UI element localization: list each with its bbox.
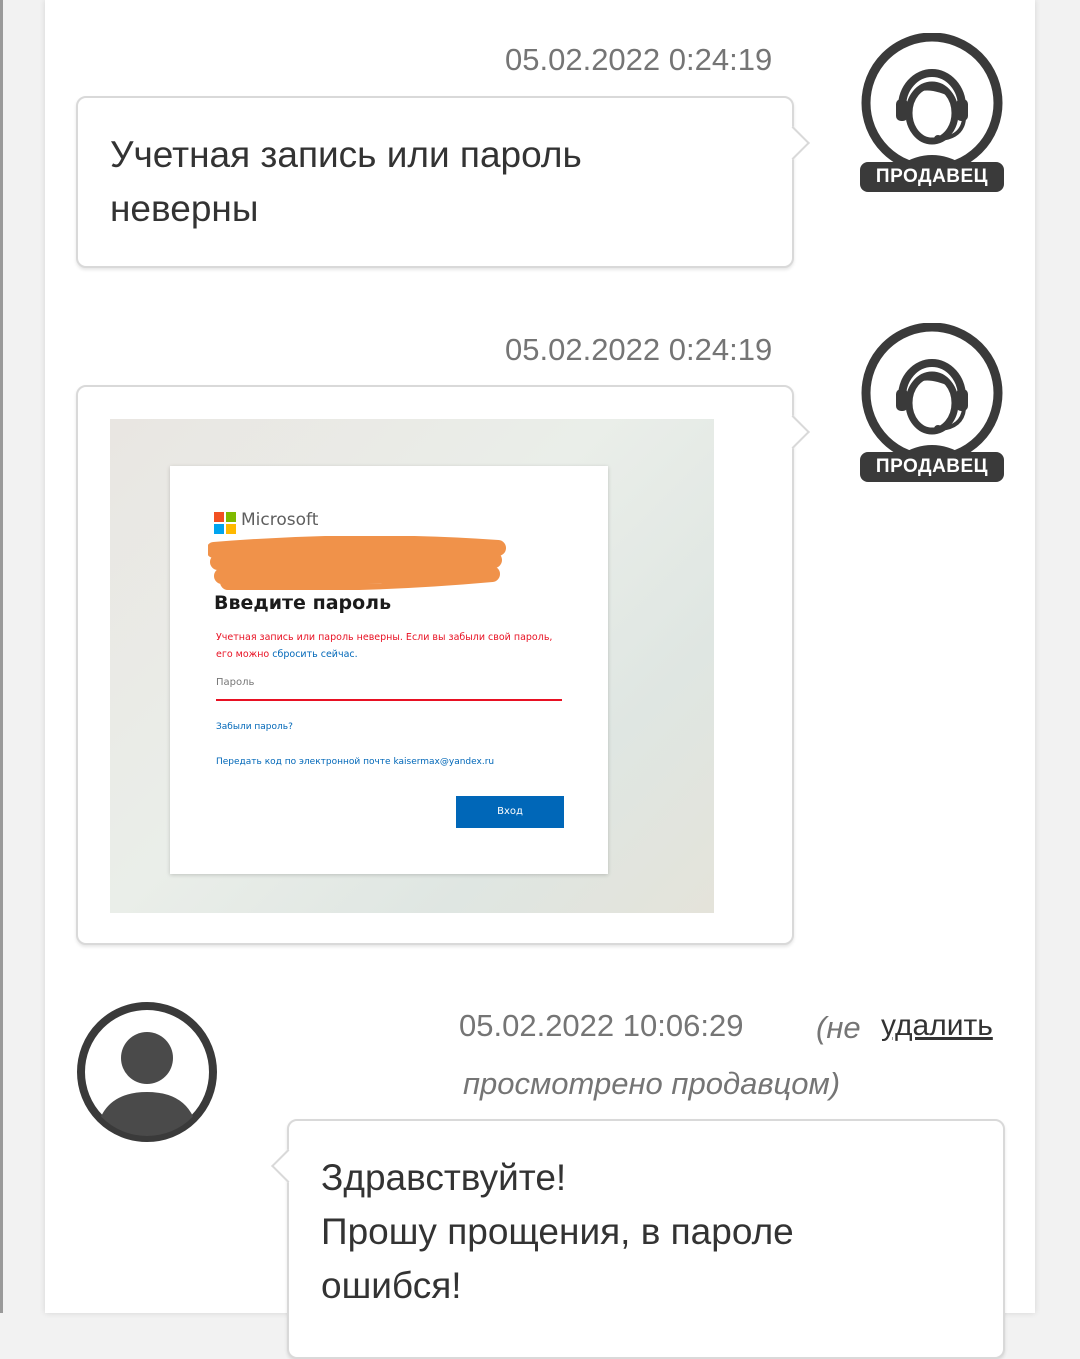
login-title: Введите пароль bbox=[214, 592, 392, 614]
headset-operator-icon bbox=[861, 32, 1003, 174]
message-text: Учетная запись или пароль неверны bbox=[110, 128, 582, 236]
password-field: Пароль bbox=[216, 677, 255, 688]
message-bubble-seller-image: Microsoft Введите пароль Учетная запись … bbox=[76, 385, 810, 945]
chat-panel: 05.02.2022 0:24:19 Учетная запись или па… bbox=[45, 0, 1035, 1359]
message-bubble-seller: Учетная запись или пароль неверны bbox=[76, 96, 810, 268]
left-border bbox=[0, 0, 3, 1313]
message-timestamp: 05.02.2022 0:24:19 bbox=[505, 42, 773, 77]
message-timestamp: 05.02.2022 0:24:19 bbox=[505, 332, 773, 367]
view-status-text: просмотрено продавцом) bbox=[463, 1066, 841, 1101]
redaction-scribble bbox=[208, 536, 506, 590]
message-timestamp: 05.02.2022 10:06:29 bbox=[459, 1008, 744, 1043]
signin-button: Вход bbox=[456, 796, 564, 828]
seller-avatar[interactable]: ПРОДАВЕЦ bbox=[860, 322, 1004, 483]
microsoft-logo-icon bbox=[214, 512, 236, 534]
delete-message-link[interactable]: удалить bbox=[881, 1009, 993, 1043]
microsoft-login-card: Microsoft Введите пароль Учетная запись … bbox=[170, 466, 608, 874]
login-error: Учетная запись или пароль неверны. Если … bbox=[216, 632, 553, 660]
message-line: Здравствуйте! bbox=[321, 1157, 567, 1198]
seller-avatar[interactable]: ПРОДАВЕЦ bbox=[860, 32, 1004, 193]
message-bubble-buyer: Здравствуйте! Прошу прощения, в пароле о… bbox=[271, 1119, 1005, 1359]
headset-operator-icon bbox=[861, 322, 1003, 464]
attached-screenshot[interactable]: Microsoft Введите пароль Учетная запись … bbox=[110, 419, 714, 913]
view-status-open: (не bbox=[816, 1010, 861, 1045]
seller-badge: ПРОДАВЕЦ bbox=[860, 162, 1004, 192]
message-line: Учетная запись или пароль bbox=[110, 134, 582, 175]
buyer-avatar[interactable] bbox=[75, 1000, 219, 1144]
message-line: неверны bbox=[110, 188, 259, 229]
message-line: Прошу прощения, в пароле bbox=[321, 1211, 794, 1252]
message-line: ошибся! bbox=[321, 1265, 462, 1306]
password-underline bbox=[216, 699, 562, 701]
send-code-link: Передать код по электронной почте kaiser… bbox=[216, 757, 495, 767]
microsoft-brand: Microsoft bbox=[241, 510, 319, 530]
message-text: Здравствуйте! Прошу прощения, в пароле о… bbox=[321, 1151, 794, 1313]
reset-link: сбросить сейчас. bbox=[272, 649, 358, 660]
seller-badge: ПРОДАВЕЦ bbox=[860, 452, 1004, 482]
user-silhouette-icon bbox=[77, 1002, 217, 1142]
forgot-password-link: Забыли пароль? bbox=[216, 722, 293, 732]
